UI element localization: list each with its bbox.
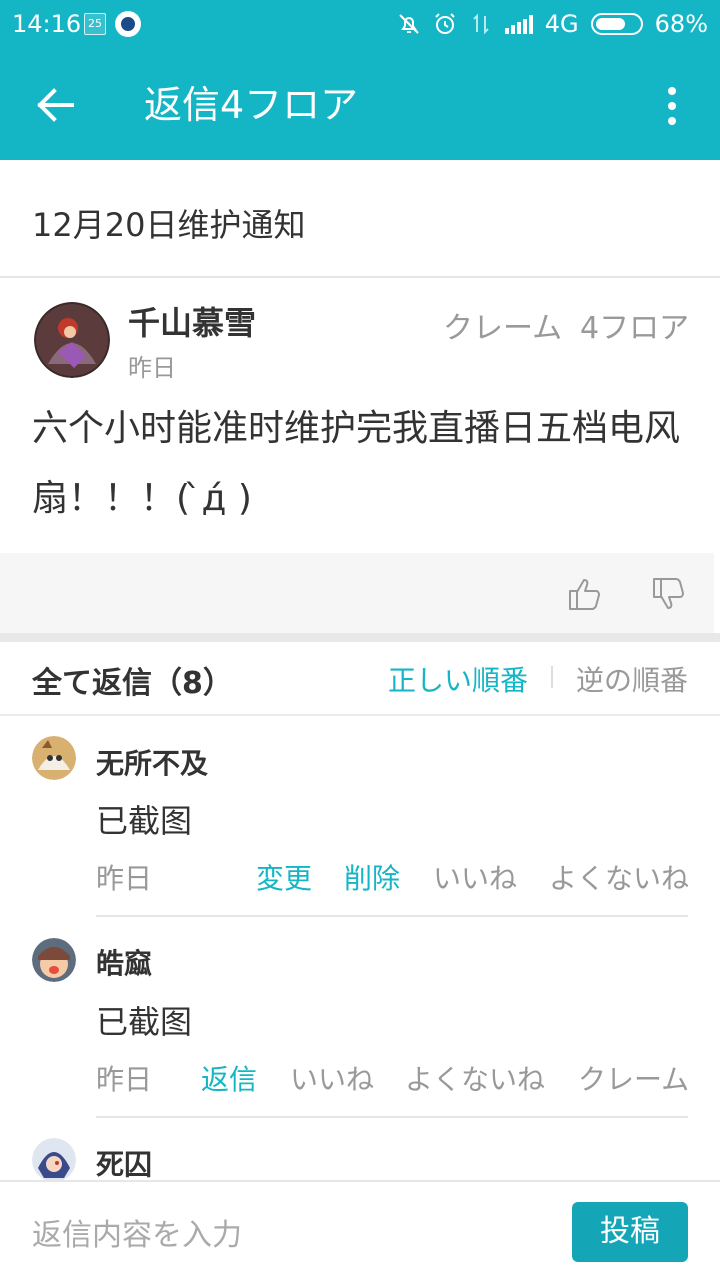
post-report-link[interactable]: クレーム [443,303,562,347]
submit-post-button[interactable]: 投稿 [572,1202,688,1262]
alarm-icon [435,13,455,34]
reply-author-name[interactable]: 无所不及 [96,742,208,782]
sort-separator [551,666,553,688]
more-vert-icon[interactable] [660,84,684,128]
network-type: 4G [544,10,579,38]
post-author-name[interactable]: 千山慕雪 [128,298,256,344]
status-bar: 14:16 25 4G 68% [0,0,720,50]
reply-date: 昨日 [96,862,153,895]
data-arrows-icon [473,13,489,35]
reply-author-name[interactable]: 死囚 [96,1143,152,1183]
app-notification-icon [115,11,141,37]
thread-title-row[interactable]: 12月20日维护通知 [0,160,720,278]
vote-bar [0,553,714,633]
reply-text: 已截图 [96,1003,193,1041]
battery-icon [590,13,643,35]
mute-icon [399,14,419,34]
reply-date: 昨日 [96,1063,153,1096]
thumbs-down-icon[interactable] [650,575,688,613]
like-button[interactable]: いいね [433,857,517,897]
app-bar: 返信4フロア [0,50,720,160]
thread-title: 12月20日维护通知 [32,206,306,244]
back-arrow-icon[interactable] [30,83,80,127]
post-date: 昨日 [128,354,176,382]
replies-header: 全て返信（8） 正しい順番 逆の順番 [0,642,720,716]
section-divider [0,633,720,642]
reply-text: 已截图 [96,802,193,840]
page-title: 返信4フロア [144,83,359,127]
sort-correct-order-button[interactable]: 正しい順番 [388,659,528,699]
dislike-button[interactable]: よくないね [405,1058,545,1098]
report-button[interactable]: クレーム [578,1058,689,1098]
reply-avatar[interactable] [32,1138,76,1182]
signal-icon [504,14,533,34]
reply-author-name[interactable]: 皓窳 [96,942,152,982]
status-time: 14:16 [12,10,82,38]
post-content: 六个小时能准时维护完我直播日五档电风扇！！！( ̀д́ ) [32,408,681,519]
edit-button[interactable]: 変更 [256,857,312,897]
delete-button[interactable]: 削除 [344,857,400,897]
reply-divider [96,1116,688,1118]
battery-percent: 68% [654,10,708,38]
reply-avatar[interactable] [32,736,76,780]
dislike-button[interactable]: よくないね [549,857,689,897]
notification-badge: 25 [84,13,106,35]
post-author-avatar[interactable] [34,302,110,378]
reply-button[interactable]: 返信 [201,1058,257,1098]
reply-input-bar: 返信内容を入力 投稿 [0,1180,720,1280]
sort-reverse-order-button[interactable]: 逆の順番 [576,659,688,699]
reply-divider [96,915,688,917]
all-replies-label: 全て返信（8） [32,666,233,701]
post-floor-label: 4フロア [580,311,690,346]
reply-input[interactable]: 返信内容を入力 [32,1210,242,1254]
thumbs-up-icon[interactable] [566,575,604,613]
reply-avatar[interactable] [32,938,76,982]
like-button[interactable]: いいね [290,1058,374,1098]
